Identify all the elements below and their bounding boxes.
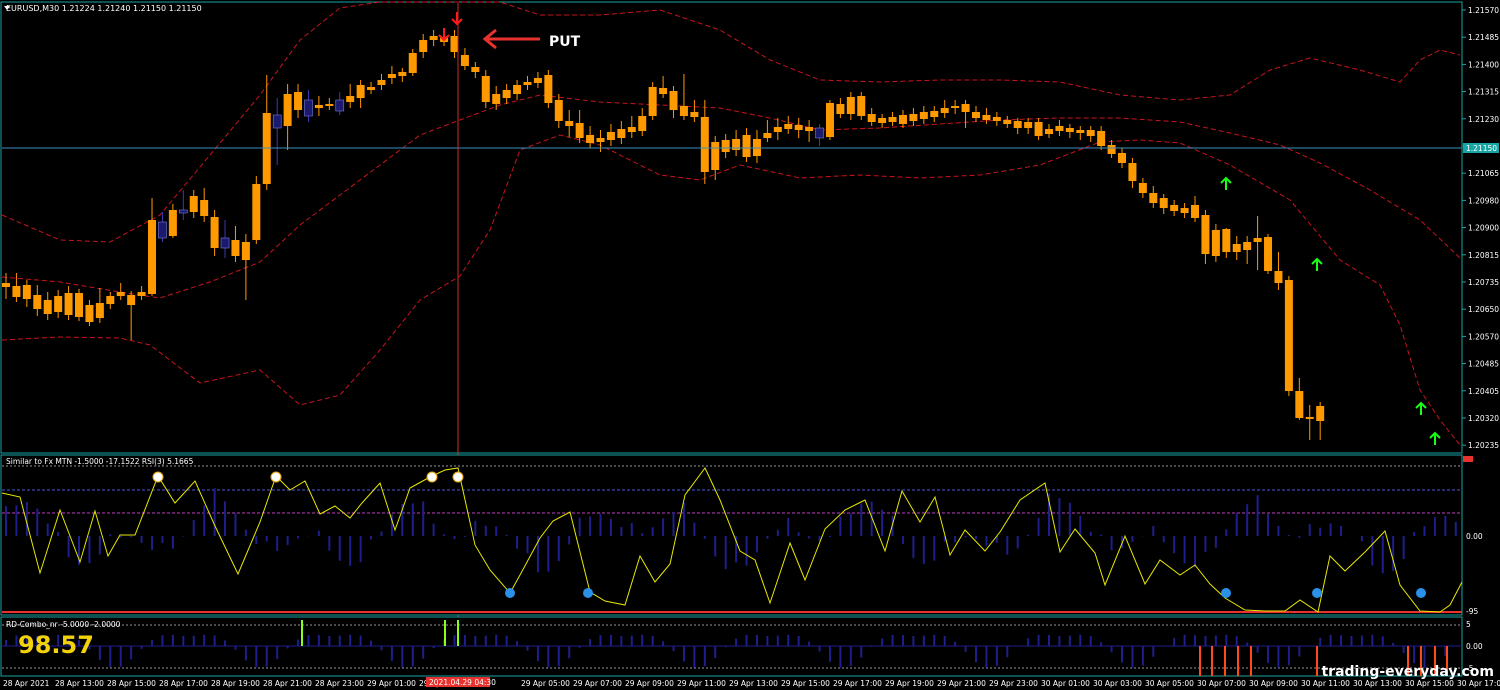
time-tick-label: 30 Apr 13:00 [1353, 679, 1402, 688]
indicator-panel-rdcombo[interactable]: RD-Combo_nr -5.0000 -2.0000 98.57 5 0.00… [0, 616, 1483, 677]
price-tick-label: 1.20650 [1468, 305, 1499, 314]
candle [825, 100, 834, 140]
symbol-header: EURUSD,M30 1.21224 1.21240 1.21150 1.211… [6, 4, 202, 13]
candle [648, 82, 657, 120]
price-tick-label: 1.21065 [1468, 169, 1499, 178]
signal-dot [452, 471, 464, 483]
time-tick-label: 28 Apr 2021 [3, 679, 50, 688]
time-tick-label: 30 Apr 03:00 [1093, 679, 1142, 688]
price-tick-label: 1.21570 [1468, 6, 1499, 15]
trading-terminal: EURUSD,M30 1.21224 1.21240 1.21150 1.211… [0, 1, 1500, 688]
signal-dot [505, 588, 515, 598]
price-tick-label: 1.20900 [1468, 224, 1499, 233]
price-axis[interactable]: 1.21570 1.21485 1.21400 1.21315 1.21230 1.211… [1462, 6, 1499, 450]
indicator1-close-icon[interactable] [1463, 456, 1473, 462]
candle [1264, 234, 1273, 274]
time-tick-label: 30 Apr 11:00 [1301, 679, 1350, 688]
signal-dot [1312, 588, 1322, 598]
signal-dot [1416, 588, 1426, 598]
time-tick-label: 29 Apr 21:00 [937, 679, 986, 688]
time-tick-label: 29 Apr 23:00 [989, 679, 1038, 688]
time-tick-label: 28 Apr 21:00 [263, 679, 312, 688]
time-tick-label: 29 Apr 07:00 [573, 679, 622, 688]
indicator2-max-label: 5 [1466, 620, 1471, 629]
candle [544, 70, 553, 108]
time-tick-label: 30 Apr 15:00 [1405, 679, 1454, 688]
candle [1284, 276, 1293, 396]
time-tick-label-highlight: 2021.04.29 04:30 [429, 678, 496, 687]
price-tick-label: 1.20320 [1468, 414, 1499, 423]
price-tick-label: 1.20735 [1468, 278, 1499, 287]
signal-dot [426, 471, 438, 483]
time-tick-label: 29 Apr 01:00 [367, 679, 416, 688]
signal-dot [152, 471, 164, 483]
price-tick-label: 1.20405 [1468, 387, 1499, 396]
time-tick-label: 28 Apr 23:00 [315, 679, 364, 688]
price-tick-label: 1.20980 [1468, 196, 1499, 205]
price-tick-label: 1.21315 [1468, 88, 1499, 97]
price-tick-label: 1.21400 [1468, 60, 1499, 69]
signal-dot [583, 588, 593, 598]
time-tick-label: 28 Apr 19:00 [211, 679, 260, 688]
time-tick-label: 28 Apr 17:00 [159, 679, 208, 688]
price-tick-label: 1.20235 [1468, 441, 1499, 450]
candle [252, 176, 261, 244]
time-tick-label: 29 Apr 11:00 [677, 679, 726, 688]
indicator1-title: Similar to Fx MTN -1.5000 -17.1522 RSI(3… [6, 457, 194, 466]
time-axis[interactable]: 28 Apr 2021 28 Apr 13:00 28 Apr 15:00 28 Ap… [3, 677, 1500, 688]
time-tick-label: 29 Apr 05:00 [521, 679, 570, 688]
time-tick-label: 28 Apr 15:00 [107, 679, 156, 688]
svg-text:1.21150: 1.21150 [1466, 144, 1497, 153]
indicator2-zero-label: 0.00 [1466, 642, 1483, 651]
current-price-tag: 1.21150 [1463, 143, 1499, 153]
indicator1-min-label: -95 [1466, 607, 1478, 616]
time-tick-label: 29 Apr 09:00 [625, 679, 674, 688]
price-tick-label: 1.20815 [1468, 251, 1499, 260]
price-tick-label: 1.21230 [1468, 115, 1499, 124]
put-label: PUT [549, 34, 581, 50]
time-tick-label: 29 Apr 19:00 [885, 679, 934, 688]
time-tick-label: 28 Apr 13:00 [55, 679, 104, 688]
time-tick-label: 30 Apr 17:00 [1457, 679, 1500, 688]
time-tick-label: 30 Apr 05:00 [1145, 679, 1194, 688]
time-tick-label: 29 Apr 17:00 [833, 679, 882, 688]
candle [857, 92, 866, 120]
price-tick-label: 1.21485 [1468, 33, 1499, 42]
indicator2-title: RD-Combo_nr -5.0000 -2.0000 [6, 620, 121, 629]
candle [75, 289, 84, 321]
time-tick-label: 30 Apr 01:00 [1041, 679, 1090, 688]
candle [408, 49, 417, 76]
price-tick-label: 1.20485 [1468, 360, 1499, 369]
indicator-panel-mtn[interactable]: Similar to Fx MTN -1.5000 -17.1522 RSI(3… [0, 454, 1483, 616]
time-tick-label: 29 Apr 15:00 [781, 679, 830, 688]
indicator1-zero-label: 0.00 [1466, 532, 1483, 541]
indicator2-value: 98.57 [18, 631, 94, 659]
time-tick-label: 30 Apr 07:00 [1197, 679, 1246, 688]
watermark: trading-everyday.com [1321, 664, 1494, 680]
time-tick-label: 29 Apr 13:00 [729, 679, 778, 688]
price-tick-label: 1.20570 [1468, 332, 1499, 341]
signal-dot [270, 471, 282, 483]
signal-dot [1221, 588, 1231, 598]
time-tick-label: 30 Apr 09:00 [1249, 679, 1298, 688]
